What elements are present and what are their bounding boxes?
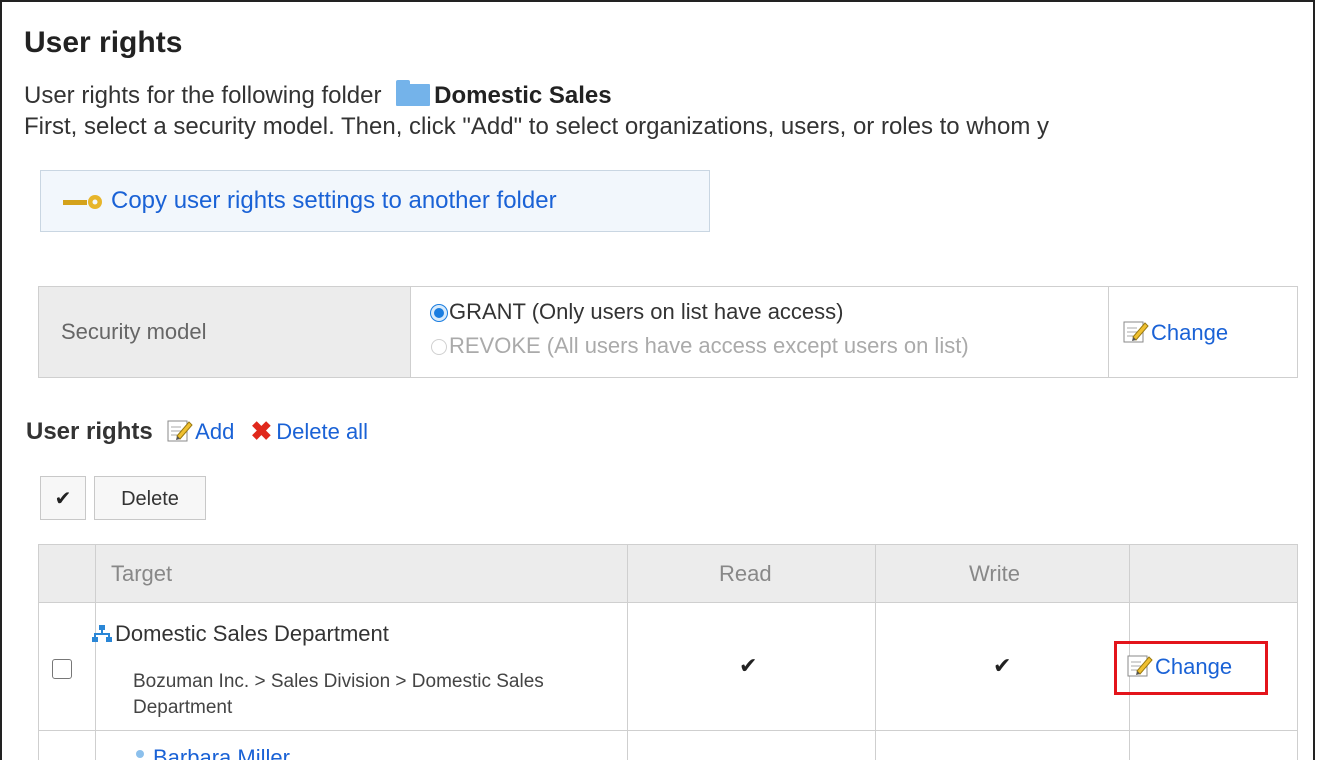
add-link[interactable]: Add: [167, 419, 240, 444]
revoke-radio[interactable]: [431, 339, 447, 355]
folder-name: Domestic Sales: [434, 82, 612, 109]
security-model-table: Security model GRANT (Only users on list…: [38, 286, 1298, 378]
row-target-user-name[interactable]: Barbara Miller: [153, 745, 290, 760]
table-header: Target Read Write: [39, 545, 1297, 603]
security-model-change-cell: Change: [1109, 287, 1297, 377]
edit-icon: [167, 420, 193, 442]
user-rights-panel: User rights User rights for the followin…: [0, 0, 1315, 760]
row-target-name: Domestic Sales Department: [115, 621, 389, 646]
table-row: Domestic Sales Department Bozuman Inc. >…: [39, 603, 1297, 731]
row-change-label: Change: [1155, 654, 1233, 679]
revoke-option[interactable]: REVOKE (All users have access except use…: [431, 333, 969, 359]
user-icon: [136, 750, 144, 758]
security-model-label: Security model: [39, 287, 411, 377]
user-rights-header: User rights Add ✖ Delete all: [26, 416, 368, 447]
security-model-change-link[interactable]: Change: [1123, 319, 1228, 346]
copy-settings-label[interactable]: Copy user rights settings to another fol…: [111, 187, 557, 215]
row-checkbox[interactable]: [52, 659, 72, 679]
row-target: Domestic Sales Department: [91, 621, 389, 647]
folder-prefix: User rights for the following folder: [24, 82, 382, 109]
organization-icon: [92, 625, 112, 642]
select-all-button[interactable]: ✔: [40, 476, 86, 520]
delete-button[interactable]: Delete: [94, 476, 206, 520]
column-header-target: Target: [111, 561, 173, 586]
copy-settings-button[interactable]: Copy user rights settings to another fol…: [40, 170, 710, 232]
user-rights-heading: User rights: [26, 418, 153, 445]
row-target-path: Bozuman Inc. > Sales Division > Domestic…: [133, 671, 544, 718]
edit-icon: [1127, 655, 1153, 677]
delete-all-link[interactable]: ✖ Delete all: [250, 416, 368, 446]
grant-label: GRANT (Only users on list have access): [449, 299, 844, 324]
column-header-read: Read: [719, 561, 772, 586]
row-target-user[interactable]: Barbara Miller: [133, 745, 290, 760]
delete-all-label: Delete all: [276, 419, 368, 444]
delete-x-icon: ✖: [250, 416, 273, 446]
page-title: User rights: [24, 26, 183, 59]
folder-icon: [396, 80, 431, 106]
add-label: Add: [195, 419, 235, 444]
revoke-label: REVOKE (All users have access except use…: [449, 333, 969, 358]
key-icon: [63, 195, 102, 209]
grant-option[interactable]: GRANT (Only users on list have access): [431, 299, 844, 325]
instructions-text: First, select a security model. Then, cl…: [24, 113, 1050, 140]
security-model-options: GRANT (Only users on list have access) R…: [411, 287, 1109, 377]
user-rights-table: Target Read Write Domestic Sales Departm…: [38, 544, 1298, 760]
security-model-change-label: Change: [1151, 320, 1229, 345]
row-change-link[interactable]: Change: [1127, 653, 1232, 680]
grant-radio[interactable]: [431, 305, 447, 321]
row-read-check: ✔: [739, 653, 758, 678]
row-write-check: ✔: [993, 653, 1012, 678]
folder-line: User rights for the following folder Dom…: [24, 80, 612, 110]
edit-icon: [1123, 321, 1149, 343]
column-header-write: Write: [969, 561, 1020, 586]
